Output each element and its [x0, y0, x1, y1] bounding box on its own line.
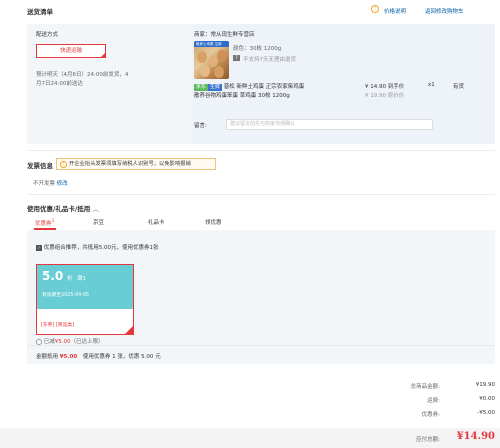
price-info-link[interactable]: 价格说明 [384, 7, 406, 15]
discount-label: 优惠券: [421, 412, 440, 418]
tab-get-coupon[interactable]: 领优惠 [205, 218, 222, 226]
product-quantity: x1 [428, 82, 435, 88]
product-panel: 商家：常从现生鲜专营店 散养土鸡蛋 生鲜 颜色：30枚 1200g 7 不支持7… [191, 24, 495, 144]
coupon-scope: [东券] [商品类] [41, 321, 74, 328]
goods-total-value: ¥19.90 [475, 382, 495, 388]
pay-total-value: ¥14.90 [456, 431, 495, 442]
checkbox-checked-icon[interactable]: ✓ [36, 244, 42, 251]
coupon-card-header: 5.0 折 满1 有效期至2025-04-05 [37, 265, 133, 309]
invoice-status-text: 不开发票 [33, 181, 56, 187]
summary-text: 使用优惠券 1 张，优惠 5.00 元 [82, 354, 161, 360]
coupon-section-label: 使用优惠/礼品卡/抵用 [27, 205, 91, 213]
tab-jd-beans[interactable]: 京豆 [93, 218, 104, 226]
coupon-summary: 金额抵用 ¥5.00 使用优惠券 1 张，优惠 5.00 元 [36, 352, 161, 360]
tag-jd: 京东 [194, 84, 209, 91]
product-thumbnail[interactable]: 散养土鸡蛋 生鲜 [194, 41, 229, 79]
coupon-unit: 折 [67, 276, 73, 282]
discount-value: -¥5.00 [477, 410, 495, 416]
summary-amount: ¥5.00 [59, 354, 78, 360]
delivery-estimate-line2: 月7日24:00前送达 [36, 81, 83, 87]
invoice-status: 不开发票 修改 [33, 179, 68, 187]
egg-shape [217, 50, 227, 62]
goods-total-label: 总商品金额: [410, 384, 440, 390]
invoice-title: 发票信息 [27, 162, 53, 170]
coupon-scope-category: [商品类] [55, 323, 75, 328]
shipping-box: 配送方式 快递运输 预计明天（4月6日）24:00前发货，4 月7日24:00前… [27, 24, 495, 144]
coupon-deduct-line: 已减¥5.00（已达上限） [36, 337, 104, 345]
warning-icon: ! [60, 161, 67, 168]
invoice-modify-link[interactable]: 修改 [57, 181, 68, 187]
coupon-amount: 5.0 [42, 269, 64, 283]
coupon-area: 优惠券3 京豆 礼品卡 领优惠 ✓ 优惠组合推荐，共抵用5.00元，使用优惠券1… [27, 216, 495, 364]
invoice-tip-text: 开企业抬头发票须填写纳税人识别号，以免影响报销 [69, 161, 191, 167]
pay-total-label: 应付总额: [416, 437, 440, 443]
info-icon: ! [371, 5, 379, 13]
tab-gift-card[interactable]: 礼品卡 [148, 218, 165, 226]
divider [27, 194, 495, 195]
coupon-tabs: 优惠券3 京豆 礼品卡 领优惠 [27, 216, 495, 230]
seller-name: 商家：常从现生鲜专营店 [194, 32, 255, 38]
delivery-method-button[interactable]: 快递运输 [36, 44, 106, 58]
stock-status: 有货 [453, 84, 465, 90]
delivery-method-label: 快递运输 [59, 48, 82, 54]
no-return-text: 不支持7天无理由退货 [243, 57, 296, 63]
freight-value: ¥0.00 [479, 396, 495, 402]
selected-corner-icon [125, 326, 133, 334]
tab-coupons[interactable]: 优惠券3 [35, 218, 54, 227]
coupon-condition: 满1 [77, 276, 86, 282]
chevron-up-icon[interactable]: ︿ [93, 205, 100, 213]
coupon-scope-jd: [东券] [41, 323, 55, 328]
back-to-cart-link[interactable]: 返回修改购物车 [425, 7, 464, 15]
pay-total-bar: 应付总额: ¥14.90 [0, 428, 500, 448]
selected-corner-icon [100, 52, 106, 58]
delivery-method-title: 配送方式 [36, 32, 59, 38]
no-return-icon: 7 [233, 55, 240, 61]
coupon-valid-date: 有效期至2025-04-05 [42, 293, 90, 298]
product-title-text: 晋松 新鲜土鸡蛋 正宗农家柴鸡蛋 [223, 84, 305, 90]
egg-shape [214, 66, 224, 78]
invoice-tip: ! 开企业抬头发票须填写纳税人识别号，以免影响报销 [56, 158, 216, 170]
summary-prefix: 金额抵用 [36, 354, 59, 360]
tab-active-underline [34, 228, 56, 230]
tab-badge: 3 [51, 218, 55, 223]
combo-recommend-text: 优惠组合推荐，共抵用5.00元，使用优惠券1张 [43, 245, 159, 251]
product-price: ¥ 14.90 到手价 [365, 84, 405, 90]
freight-label: 运费: [427, 398, 440, 404]
tag-fresh: 生鲜 [208, 84, 223, 91]
coupon-summary-bar: 金额抵用 ¥5.00 使用优惠券 1 张，优惠 5.00 元 [27, 345, 495, 364]
tab-coupons-label: 优惠券 [35, 220, 52, 227]
product-original-price: ¥ 19.90 原价价 [365, 93, 405, 99]
divider [27, 150, 495, 151]
egg-shape [200, 65, 210, 77]
product-spec: 颜色：30枚 1200g [233, 46, 282, 52]
coupon-section-title[interactable]: 使用优惠/礼品卡/抵用 ︿ [27, 203, 99, 213]
delivery-estimate-line1: 预计明天（4月6日）24:00前发货，4 [36, 72, 129, 78]
product-title-line2: 散养谷物鸡蛋笨蛋 草鸡蛋 30枚 1200g [194, 93, 290, 99]
delivery-method-panel: 配送方式 快递运输 预计明天（4月6日）24:00前发货，4 月7日24:00前… [27, 24, 189, 144]
product-title-line1[interactable]: 京东 生鲜 晋松 新鲜土鸡蛋 正宗农家柴鸡蛋 [194, 82, 346, 91]
egg-shape [197, 51, 207, 63]
thumbnail-label: 散养土鸡蛋 生鲜 [194, 41, 229, 47]
combo-recommend[interactable]: ✓ 优惠组合推荐，共抵用5.00元，使用优惠券1张 [36, 243, 159, 251]
radio-icon[interactable] [36, 338, 42, 345]
message-input[interactable]: 建议留言前先与商家沟通确认 [226, 119, 433, 130]
shipping-list-title: 送货清单 [27, 8, 53, 16]
coupon-card[interactable]: 5.0 折 满1 有效期至2025-04-05 [东券] [商品类] [36, 264, 134, 335]
message-label: 留言: [194, 123, 207, 129]
